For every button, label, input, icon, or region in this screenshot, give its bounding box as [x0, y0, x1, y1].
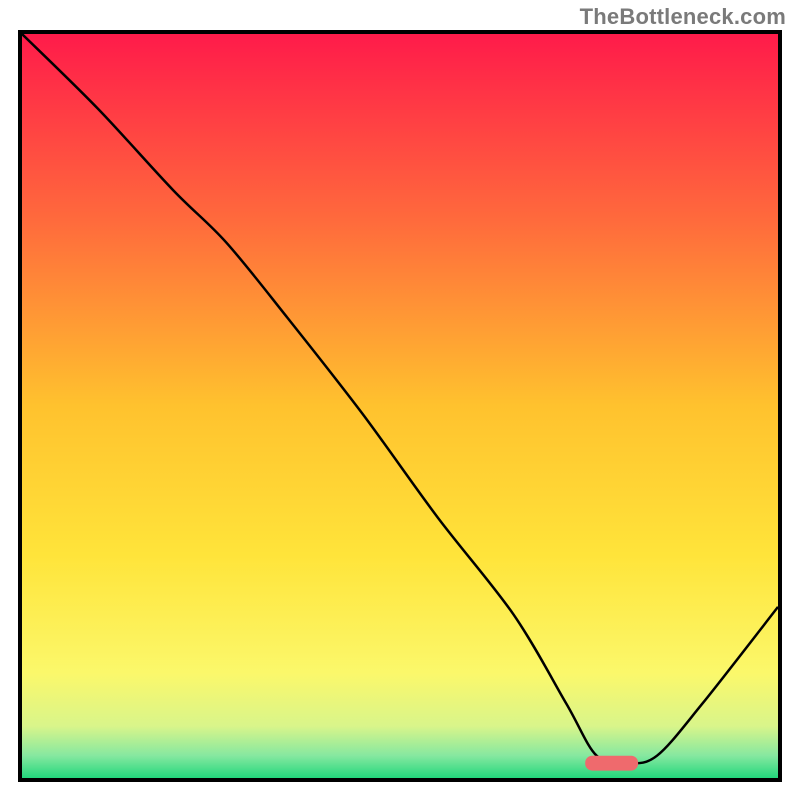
chart-frame: TheBottleneck.com [0, 0, 800, 800]
plot-area [18, 30, 782, 782]
watermark-text: TheBottleneck.com [580, 4, 786, 30]
plot-svg [22, 34, 778, 778]
background-rect [22, 34, 778, 778]
sweet-spot-marker [585, 756, 638, 771]
